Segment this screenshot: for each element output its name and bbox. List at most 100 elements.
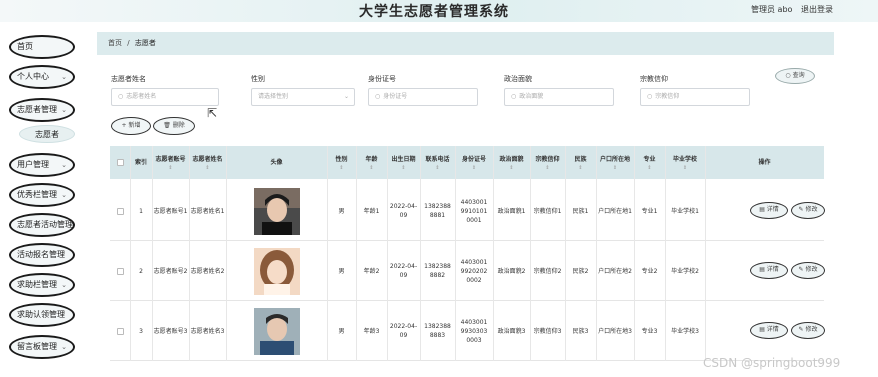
input-placeholder: 宗教信仰 xyxy=(655,93,680,100)
column-header[interactable]: 志愿者姓名 ⇕ xyxy=(189,146,226,179)
cell-text: 宗教信仰2 xyxy=(533,267,562,275)
sidebar-item[interactable]: 志愿者管理 ⌄ xyxy=(9,98,75,122)
column-header[interactable]: 政治面貌 ⇕ xyxy=(493,146,530,179)
gender-select[interactable]: 请选择性别 ⌄ xyxy=(251,88,355,106)
breadcrumb-home[interactable]: 首页 xyxy=(108,39,122,47)
top-bar: 大学生志愿者管理系统 管理员 abo 退出登录 xyxy=(0,0,878,22)
column-header[interactable]: 宗教信仰 ⇕ xyxy=(530,146,565,179)
logout-link[interactable]: 退出登录 xyxy=(801,4,833,15)
chevron-down-icon: ⌄ xyxy=(61,161,67,169)
column-header[interactable]: 联系电话 ⇕ xyxy=(420,146,455,179)
sidebar-subitem-volunteer[interactable]: 志愿者 xyxy=(19,125,75,143)
cell-text: 1 xyxy=(139,207,143,215)
breadcrumb: 首页 / 志愿者 xyxy=(97,32,834,55)
select-all-checkbox[interactable] xyxy=(116,159,124,166)
sort-icon[interactable]: ⇕ xyxy=(509,165,513,171)
search-input[interactable]: ○ 宗教信仰 xyxy=(640,88,750,106)
edit-label: 修改 xyxy=(805,206,818,213)
query-button[interactable]: ○ 查询 xyxy=(775,68,815,84)
column-header[interactable]: 民族 ⇕ xyxy=(565,146,596,179)
delete-button[interactable]: 🗑 删除 xyxy=(153,117,195,135)
edit-button[interactable]: ✎ 修改 xyxy=(791,322,825,339)
cell-text: 志愿者姓名1 xyxy=(190,207,225,215)
row-checkbox[interactable] xyxy=(116,207,124,215)
table-cell-id: 4403001 9910101 0001 xyxy=(455,181,493,241)
cell-text: 志愿者账号1 xyxy=(153,207,188,215)
sort-icon[interactable]: ⇕ xyxy=(545,165,549,171)
column-header[interactable]: 索引 xyxy=(130,146,152,179)
cell-text: 户口所在地2 xyxy=(598,267,632,275)
sidebar-item-label: 活动报名管理 xyxy=(17,250,65,259)
sidebar-item[interactable]: 个人中心 ⌄ xyxy=(9,65,75,89)
grid-line xyxy=(493,146,494,361)
row-select-cell xyxy=(110,241,130,301)
sort-icon[interactable]: ⇕ xyxy=(401,165,405,171)
app-title: 大学生志愿者管理系统 xyxy=(359,4,509,20)
row-checkbox[interactable] xyxy=(116,267,124,275)
cell-text: 1382388 8883 xyxy=(424,323,451,339)
table-row[interactable]: 1 志愿者账号1 志愿者姓名1 男 年龄1 2022-04-09 1382388 8881 44… xyxy=(110,181,825,241)
sort-icon[interactable]: ⇕ xyxy=(472,165,476,171)
cell-text: 宗教信仰3 xyxy=(533,327,562,335)
detail-icon: ▤ xyxy=(759,326,767,333)
edit-button[interactable]: ✎ 修改 xyxy=(791,202,825,219)
detail-label: 详情 xyxy=(766,206,779,213)
detail-button[interactable]: ▤ 详情 xyxy=(750,322,788,339)
sort-icon[interactable]: ⇕ xyxy=(168,165,172,171)
table-cell-hukou: 户口所在地2 xyxy=(596,241,634,301)
sidebar-item[interactable]: 留言板管理 ⌄ xyxy=(9,335,75,359)
avatar-cell xyxy=(226,181,327,241)
column-header[interactable]: 出生日期 ⇕ xyxy=(387,146,420,179)
grid-line xyxy=(665,146,666,361)
sidebar-item[interactable]: 优秀栏管理 ⌄ xyxy=(9,183,75,207)
sort-icon[interactable]: ⇕ xyxy=(369,165,373,171)
detail-button[interactable]: ▤ 详情 xyxy=(750,202,788,219)
search-field-label: 性别 xyxy=(251,75,265,83)
table-cell-index: 1 xyxy=(130,181,152,241)
sidebar-item[interactable]: 用户管理 ⌄ xyxy=(9,153,75,177)
sort-icon[interactable]: ⇕ xyxy=(613,165,617,171)
cell-text: 年龄3 xyxy=(363,327,380,335)
row-checkbox[interactable] xyxy=(116,327,124,335)
column-header[interactable]: 志愿者账号 ⇕ xyxy=(152,146,189,179)
sort-icon[interactable]: ⇕ xyxy=(578,165,582,171)
add-button[interactable]: + 新增 xyxy=(111,117,151,135)
search-input[interactable]: ○ 志愿者姓名 xyxy=(111,88,219,106)
table-row[interactable]: 2 志愿者账号2 志愿者姓名2 男 年龄2 2022-04-09 1382388 8882 44… xyxy=(110,241,825,301)
table-cell-major: 专业2 xyxy=(634,241,665,301)
sort-icon[interactable]: ⇕ xyxy=(435,165,439,171)
search-icon: ○ xyxy=(647,93,653,100)
column-header[interactable]: 毕业学校 ⇕ xyxy=(665,146,705,179)
column-header-label: 毕业学校 xyxy=(672,155,697,163)
input-placeholder: 志愿者姓名 xyxy=(126,93,157,100)
sort-icon[interactable]: ⇕ xyxy=(683,165,687,171)
edit-label: 修改 xyxy=(805,266,818,273)
sidebar-item[interactable]: 求助认领管理 xyxy=(9,303,75,327)
search-input[interactable]: ○ 政治面貌 xyxy=(504,88,614,106)
select-all-header[interactable] xyxy=(110,146,130,179)
sidebar-item[interactable]: 求助栏管理 ⌄ xyxy=(9,273,75,297)
sort-icon[interactable]: ⇕ xyxy=(339,165,343,171)
table-row[interactable]: 3 志愿者账号3 志愿者姓名3 男 年龄3 2022-04-09 1382388 8883 44… xyxy=(110,301,825,361)
input-placeholder: 请选择性别 xyxy=(258,93,289,100)
sidebar-item[interactable]: 志愿者活动管理 xyxy=(9,213,75,237)
sort-icon[interactable]: ⇕ xyxy=(647,165,651,171)
sidebar-item[interactable]: 活动报名管理 xyxy=(9,243,75,267)
sidebar-item-label: 志愿者管理 xyxy=(17,105,57,114)
cell-text: 专业1 xyxy=(641,207,658,215)
column-header[interactable]: 性别 ⇕ xyxy=(327,146,356,179)
column-header[interactable]: 专业 ⇕ xyxy=(634,146,665,179)
edit-button[interactable]: ✎ 修改 xyxy=(791,262,825,279)
main-content: 首页 / 志愿者 志愿者姓名 ○ 志愿者姓名 性别 请选择性别 ⌄ 身份证号 ○ 身份证号 政治面… xyxy=(94,22,878,377)
column-header[interactable]: 户口所在地 ⇕ xyxy=(596,146,634,179)
column-header[interactable]: 操作 xyxy=(705,146,824,179)
column-header[interactable]: 头像 xyxy=(226,146,327,179)
column-header[interactable]: 年龄 ⇕ xyxy=(356,146,387,179)
table-cell-birth: 2022-04-09 xyxy=(387,241,420,301)
sort-icon[interactable]: ⇕ xyxy=(205,165,209,171)
sidebar-item[interactable]: 首页 xyxy=(9,35,75,59)
column-header[interactable]: 身份证号 ⇕ xyxy=(455,146,493,179)
search-input[interactable]: ○ 身份证号 xyxy=(368,88,478,106)
detail-button[interactable]: ▤ 详情 xyxy=(750,262,788,279)
grid-line xyxy=(226,146,227,361)
